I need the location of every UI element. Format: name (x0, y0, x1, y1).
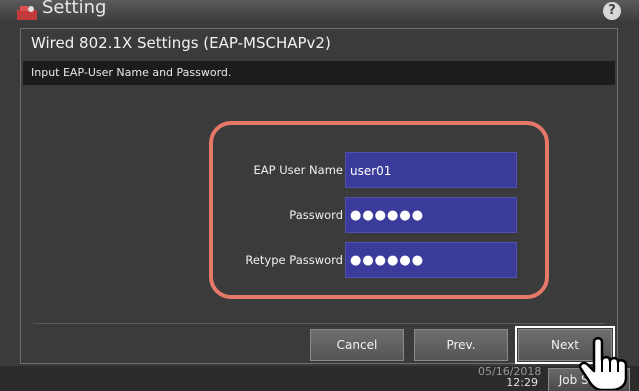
retype-password-label: Retype Password (245, 253, 343, 267)
retype-password-row: Retype Password ●●●●●● (221, 242, 521, 278)
password-row: Password ●●●●●● (221, 197, 521, 233)
datetime: 05/16/2018 12:29 (478, 366, 541, 389)
cancel-button[interactable]: Cancel (310, 329, 404, 361)
app-title: Setting (42, 0, 107, 18)
settings-app-icon (17, 6, 37, 20)
status-bar: 05/16/2018 12:29 Job Status (0, 366, 639, 391)
prev-button[interactable]: Prev. (414, 329, 508, 361)
hand-pointer-icon (578, 337, 628, 390)
dialog-divider (33, 323, 605, 324)
eap-settings-dialog: Wired 802.1X Settings (EAP-MSCHAPv2) Inp… (20, 28, 618, 364)
password-label: Password (289, 208, 343, 222)
eap-user-name-label: EAP User Name (253, 163, 343, 177)
screen: Setting ? Wired 802.1X Settings (EAP-MSC… (0, 0, 639, 391)
app-header: Setting ? (0, 0, 639, 24)
instruction-bar: Input EAP-User Name and Password. (23, 61, 615, 85)
dialog-title: Wired 802.1X Settings (EAP-MSCHAPv2) (31, 34, 331, 52)
help-icon[interactable]: ? (603, 2, 621, 20)
eap-user-name-row: EAP User Name user01 (221, 152, 521, 188)
eap-user-name-input[interactable]: user01 (345, 152, 517, 188)
password-input[interactable]: ●●●●●● (345, 197, 517, 233)
retype-password-input[interactable]: ●●●●●● (345, 242, 517, 278)
time-text: 12:29 (506, 376, 538, 389)
